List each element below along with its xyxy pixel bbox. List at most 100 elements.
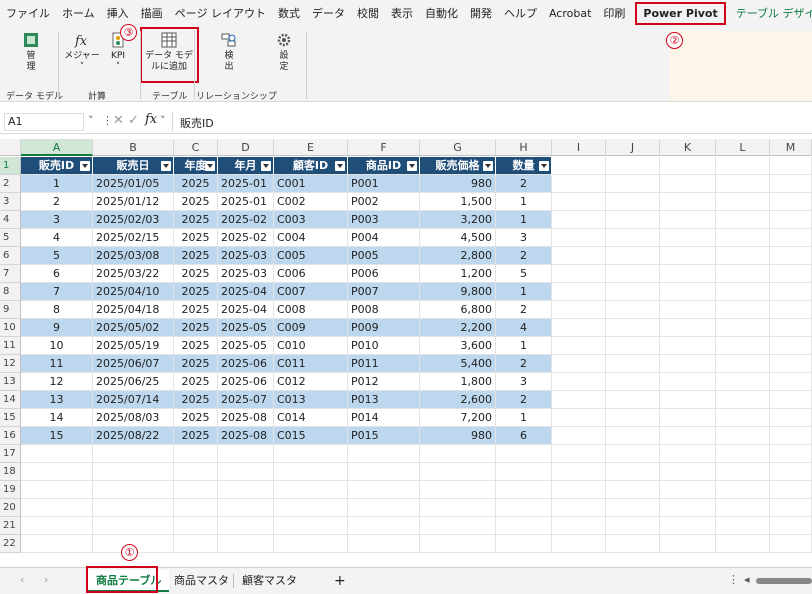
empty-cell[interactable]: [552, 373, 606, 391]
table-cell[interactable]: 9: [21, 319, 93, 337]
empty-cell[interactable]: [606, 175, 660, 193]
table-header-cell[interactable]: 販売ID: [21, 157, 93, 175]
enter-icon[interactable]: ✓: [128, 113, 139, 128]
table-cell[interactable]: 2025/04/18: [93, 301, 174, 319]
table-cell[interactable]: C004: [274, 229, 348, 247]
empty-cell[interactable]: [552, 247, 606, 265]
empty-cell[interactable]: [420, 517, 496, 535]
chevron-down-icon[interactable]: ˅: [88, 114, 94, 127]
table-cell[interactable]: 2: [496, 247, 552, 265]
empty-cell[interactable]: [716, 193, 770, 211]
table-cell[interactable]: 2025-05: [218, 319, 274, 337]
empty-cell[interactable]: [606, 445, 660, 463]
column-header[interactable]: E: [274, 139, 348, 156]
empty-cell[interactable]: [660, 445, 716, 463]
table-cell[interactable]: 9,800: [420, 283, 496, 301]
table-cell[interactable]: 2025/05/02: [93, 319, 174, 337]
table-cell[interactable]: C006: [274, 265, 348, 283]
table-cell[interactable]: 2025: [174, 337, 218, 355]
empty-cell[interactable]: [420, 481, 496, 499]
empty-cell[interactable]: [660, 265, 716, 283]
table-cell[interactable]: P011: [348, 355, 420, 373]
column-header[interactable]: H: [496, 139, 552, 156]
empty-cell[interactable]: [174, 535, 218, 553]
menu-tab[interactable]: ファイル: [0, 0, 56, 27]
empty-cell[interactable]: [716, 355, 770, 373]
sheet-tab-product-master[interactable]: 商品マスタ: [166, 570, 237, 592]
menu-tab[interactable]: 描画: [135, 0, 169, 27]
empty-cell[interactable]: [660, 211, 716, 229]
empty-cell[interactable]: [496, 499, 552, 517]
empty-cell[interactable]: [660, 409, 716, 427]
empty-cell[interactable]: [606, 499, 660, 517]
empty-cell[interactable]: [348, 535, 420, 553]
table-cell[interactable]: 2: [21, 193, 93, 211]
table-cell[interactable]: 2025-03: [218, 247, 274, 265]
table-cell[interactable]: 2025/06/07: [93, 355, 174, 373]
empty-cell[interactable]: [660, 319, 716, 337]
row-header[interactable]: 14: [0, 391, 21, 409]
filter-dropdown-icon[interactable]: [335, 161, 345, 171]
insert-function-icon[interactable]: fx: [145, 112, 157, 127]
empty-cell[interactable]: [716, 229, 770, 247]
empty-cell[interactable]: [606, 229, 660, 247]
empty-cell[interactable]: [552, 265, 606, 283]
horizontal-scrollbar[interactable]: [756, 578, 812, 584]
menu-tab[interactable]: ヘルプ: [498, 0, 543, 27]
empty-cell[interactable]: [552, 499, 606, 517]
empty-cell[interactable]: [93, 517, 174, 535]
row-header[interactable]: 5: [0, 229, 21, 247]
empty-cell[interactable]: [606, 247, 660, 265]
table-cell[interactable]: P008: [348, 301, 420, 319]
detect-button[interactable]: 検 出: [214, 31, 244, 73]
empty-cell[interactable]: [770, 409, 812, 427]
empty-cell[interactable]: [770, 463, 812, 481]
table-cell[interactable]: 2: [496, 175, 552, 193]
table-cell[interactable]: C014: [274, 409, 348, 427]
filter-dropdown-icon[interactable]: [80, 161, 90, 171]
table-cell[interactable]: 2025: [174, 193, 218, 211]
table-cell[interactable]: 2025/04/10: [93, 283, 174, 301]
empty-cell[interactable]: [348, 481, 420, 499]
table-cell[interactable]: P009: [348, 319, 420, 337]
empty-cell[interactable]: [716, 283, 770, 301]
empty-cell[interactable]: [606, 211, 660, 229]
table-cell[interactable]: P010: [348, 337, 420, 355]
table-cell[interactable]: C003: [274, 211, 348, 229]
empty-cell[interactable]: [218, 499, 274, 517]
row-header[interactable]: 7: [0, 265, 21, 283]
empty-cell[interactable]: [552, 211, 606, 229]
table-cell[interactable]: 2025: [174, 247, 218, 265]
menu-tab[interactable]: Acrobat: [543, 0, 597, 27]
table-cell[interactable]: 1: [21, 175, 93, 193]
empty-cell[interactable]: [770, 481, 812, 499]
empty-cell[interactable]: [716, 391, 770, 409]
empty-cell[interactable]: [716, 247, 770, 265]
empty-cell[interactable]: [606, 283, 660, 301]
row-header[interactable]: 13: [0, 373, 21, 391]
table-cell[interactable]: 4: [21, 229, 93, 247]
table-cell[interactable]: 2,600: [420, 391, 496, 409]
row-header[interactable]: 10: [0, 319, 21, 337]
empty-cell[interactable]: [496, 535, 552, 553]
row-header[interactable]: 6: [0, 247, 21, 265]
empty-cell[interactable]: [606, 301, 660, 319]
empty-cell[interactable]: [716, 481, 770, 499]
empty-cell[interactable]: [420, 445, 496, 463]
empty-cell[interactable]: [716, 427, 770, 445]
worksheet-grid[interactable]: A B C D E F G H I J K L M 1 2 3 4 5 6 7 8 9 10 11 12 13 14 15 16 17 18…: [0, 139, 812, 567]
filter-dropdown-icon[interactable]: [407, 161, 417, 171]
row-header[interactable]: 11: [0, 337, 21, 355]
empty-cell[interactable]: [770, 319, 812, 337]
table-cell[interactable]: 2025/06/25: [93, 373, 174, 391]
empty-cell[interactable]: [606, 193, 660, 211]
add-sheet-button[interactable]: +: [326, 570, 354, 592]
table-cell[interactable]: 11: [21, 355, 93, 373]
table-cell[interactable]: 2,200: [420, 319, 496, 337]
empty-cell[interactable]: [93, 463, 174, 481]
empty-cell[interactable]: [660, 157, 716, 175]
menu-tab[interactable]: 挿入: [101, 0, 135, 27]
row-header[interactable]: 8: [0, 283, 21, 301]
empty-cell[interactable]: [716, 301, 770, 319]
table-cell[interactable]: 2025: [174, 391, 218, 409]
